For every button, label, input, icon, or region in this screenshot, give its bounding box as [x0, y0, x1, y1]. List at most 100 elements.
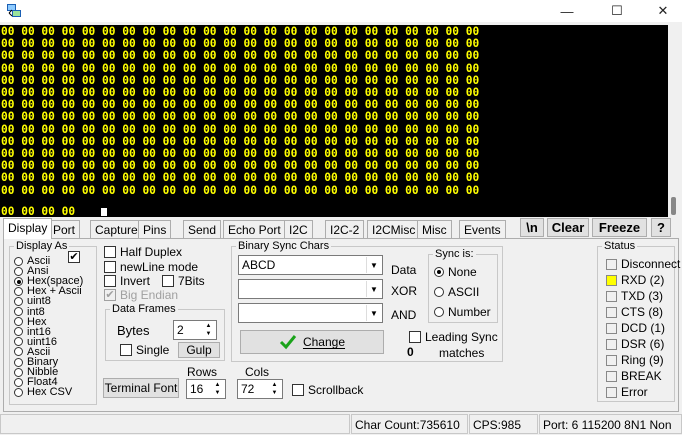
radio-circle[interactable]	[14, 357, 23, 367]
sync-is-legend: Sync is:	[435, 248, 474, 260]
chevron-down-icon[interactable]: ▼	[366, 305, 381, 321]
display-as-option-label: int8	[27, 305, 45, 318]
sync-and-combo[interactable]: ▼	[238, 303, 383, 323]
radio-circle[interactable]	[14, 276, 23, 286]
chevron-down-icon[interactable]: ▼	[366, 257, 381, 273]
rows-spinner[interactable]: 16 ▲ ▼	[186, 379, 226, 399]
spin-down-icon[interactable]: ▼	[268, 389, 281, 397]
status-led	[606, 339, 617, 350]
change-button[interactable]: Change	[240, 330, 384, 354]
scrollback-checkbox[interactable]: Scrollback	[292, 383, 363, 397]
radio-circle[interactable]	[14, 377, 23, 387]
sync-none-radio[interactable]: None	[434, 265, 477, 279]
display-as-checkbox[interactable]: ✔	[68, 251, 80, 263]
leading-sync-label-2: matches	[439, 346, 485, 360]
data-frames-legend: Data Frames	[112, 303, 176, 315]
and-label: AND	[391, 308, 417, 322]
half-duplex-label: Half Duplex	[120, 245, 183, 259]
sync-ascii-radio[interactable]: ASCII	[434, 285, 479, 299]
single-label: Single	[136, 343, 170, 357]
newline-button[interactable]: \n	[520, 218, 544, 237]
radio-circle[interactable]	[434, 267, 444, 277]
spin-down-icon[interactable]: ▼	[211, 389, 224, 397]
spin-up-icon[interactable]: ▲	[268, 381, 281, 389]
spin-up-icon[interactable]: ▲	[202, 322, 215, 330]
clear-button[interactable]: Clear	[547, 218, 589, 237]
spin-down-icon[interactable]: ▼	[202, 330, 215, 338]
chevron-down-icon[interactable]: ▼	[366, 281, 381, 297]
tab-i2c-2[interactable]: I2C-2	[325, 220, 365, 238]
leading-sync-checkbox[interactable]: Leading Sync	[409, 330, 498, 344]
seven-bits-box[interactable]	[162, 275, 174, 287]
sync-number-radio[interactable]: Number	[434, 305, 491, 319]
display-tab-panel: Display As Ascii Ansi Hex(space) Hex + Asci…	[3, 238, 681, 412]
radio-circle[interactable]	[14, 347, 23, 357]
tab-send[interactable]: Send	[183, 220, 222, 238]
status-led	[606, 355, 617, 366]
tab-pins[interactable]: Pins	[138, 220, 172, 238]
tab-port[interactable]: Port	[48, 220, 81, 238]
sync-xor-combo[interactable]: ▼	[238, 279, 383, 299]
tab-misc[interactable]: Misc	[417, 220, 452, 238]
radio-circle[interactable]	[434, 287, 444, 297]
bytes-value: 2	[177, 323, 184, 337]
tab-events[interactable]: Events	[459, 220, 506, 238]
sync-data-combo[interactable]: ABCD ▼	[238, 255, 383, 275]
status-led	[606, 371, 617, 382]
leading-sync-label: Leading Sync	[425, 330, 498, 344]
help-button[interactable]: ?	[651, 218, 671, 237]
status-label: RXD (2)	[621, 273, 665, 287]
gulp-button[interactable]: Gulp	[178, 342, 220, 358]
radio-circle[interactable]	[434, 307, 444, 317]
minimize-icon[interactable]: —	[544, 0, 590, 22]
status-label: CTS (8)	[621, 305, 663, 319]
radio-circle[interactable]	[14, 286, 23, 296]
radio-circle[interactable]	[14, 307, 23, 316]
display-as-option[interactable]: int8	[14, 305, 45, 318]
leading-sync-box[interactable]	[409, 331, 421, 343]
title-bar: — ☐ ✕	[0, 0, 682, 22]
radio-circle[interactable]	[14, 387, 23, 397]
tab-echo-port[interactable]: Echo Port	[223, 220, 286, 238]
cps-readout: CPS:985	[469, 414, 538, 434]
single-checkbox[interactable]: Single	[120, 343, 169, 357]
terminal-font-button[interactable]: Terminal Font	[103, 378, 179, 398]
radio-circle[interactable]	[14, 367, 23, 377]
scrollback-box[interactable]	[292, 384, 304, 396]
newline-mode-box[interactable]	[104, 261, 116, 273]
app-icon	[7, 4, 21, 17]
invert-box[interactable]	[104, 275, 116, 287]
spin-up-icon[interactable]: ▲	[211, 381, 224, 389]
bytes-spinner[interactable]: 2 ▲ ▼	[173, 320, 217, 340]
invert-checkbox[interactable]: Invert	[104, 274, 150, 288]
radio-circle[interactable]	[14, 327, 23, 337]
tab-display[interactable]: Display	[3, 218, 53, 239]
scrollback-label: Scrollback	[308, 383, 364, 397]
status-label: Disconnect	[621, 257, 681, 271]
radio-circle[interactable]	[14, 337, 23, 347]
display-as-option[interactable]: Hex CSV	[14, 387, 72, 398]
maximize-icon[interactable]: ☐	[594, 0, 640, 22]
close-icon[interactable]: ✕	[640, 0, 682, 22]
tab-capture[interactable]: Capture	[90, 220, 143, 238]
radio-circle[interactable]	[14, 256, 23, 266]
freeze-button[interactable]: Freeze	[592, 218, 647, 237]
tab-i2cmisc[interactable]: I2CMisc	[367, 220, 421, 238]
radio-circle[interactable]	[14, 317, 23, 327]
terminal-display[interactable]: 00 00 00 00 00 00 00 00 00 00 00 00 00 0…	[0, 25, 668, 217]
scrollbar-thumb[interactable]	[671, 197, 676, 215]
single-box[interactable]	[120, 344, 132, 356]
status-label: DSR (6)	[621, 337, 665, 351]
tab-i2c[interactable]: I2C	[284, 220, 313, 238]
radio-circle[interactable]	[14, 266, 23, 276]
terminal-text: 00 00 00 00 00 00 00 00 00 00 00 00 00 0…	[1, 25, 480, 197]
terminal-scrollbar[interactable]	[668, 25, 682, 217]
big-endian-checkbox: ✔ Big Endian	[104, 288, 178, 302]
radio-circle[interactable]	[14, 296, 23, 306]
newline-mode-checkbox[interactable]: newLine mode	[104, 260, 198, 274]
half-duplex-checkbox[interactable]: Half Duplex	[104, 245, 182, 259]
half-duplex-box[interactable]	[104, 246, 116, 258]
cols-spinner[interactable]: 72 ▲ ▼	[237, 379, 283, 399]
display-as-option[interactable]: uint8	[14, 296, 51, 307]
seven-bits-checkbox[interactable]: 7Bits	[162, 274, 205, 288]
